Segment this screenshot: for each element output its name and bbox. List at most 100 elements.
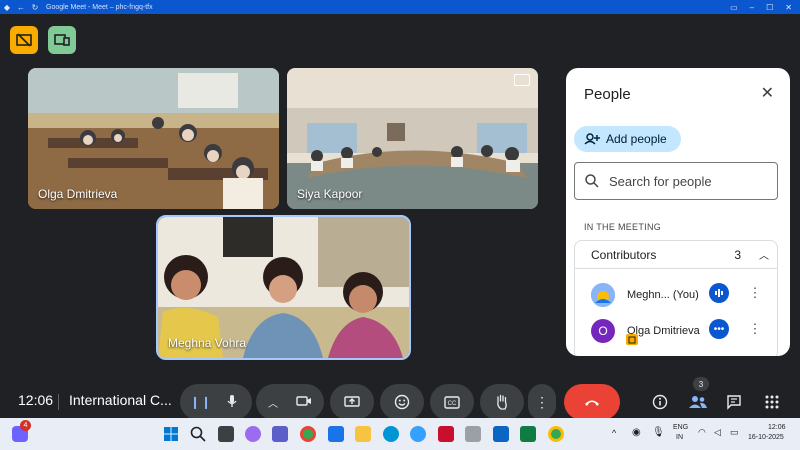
svg-text:CC: CC [448, 401, 457, 407]
panel-title: People [584, 86, 631, 103]
search-icon[interactable] [190, 426, 206, 442]
chevron-up-icon[interactable]: ︿ [759, 247, 769, 262]
close-panel-button[interactable]: ✕ [761, 83, 774, 103]
camera-button[interactable] [296, 395, 312, 410]
speaking-indicator-icon [709, 283, 729, 303]
video-tile-meghna[interactable]: Meghna Vohra [156, 215, 411, 360]
meeting-clock: 12:06 [18, 392, 54, 408]
closed-captions-icon: CC [444, 395, 460, 409]
back-icon[interactable]: ← [14, 0, 28, 14]
close-button[interactable]: ✕ [785, 3, 792, 12]
apps-grid-icon [765, 395, 779, 409]
people-icon [689, 396, 707, 408]
reactions-button[interactable] [380, 384, 424, 420]
meeting-stage: Olga Dmitrieva Siya Kapoor Meghna Vohra … [0, 14, 800, 420]
meeting-details-button[interactable] [642, 384, 678, 420]
video-tile-siya[interactable]: Siya Kapoor [287, 68, 538, 209]
maximize-button[interactable]: ☐ [766, 3, 773, 12]
audio-control-group: ❙❙ [180, 384, 252, 420]
store-icon[interactable] [328, 426, 344, 442]
windows-taskbar: 4 ^ ◉ 🎙 ENG IN ◠ ◁ ▭ 12:06 16-10-2025 [0, 418, 800, 450]
wifi-icon[interactable]: ◠ [698, 427, 706, 438]
meeting-name: International C... [69, 392, 172, 408]
leave-call-button[interactable] [564, 384, 620, 420]
chrome-meet-icon[interactable] [548, 426, 564, 442]
meet-app-icon: ◆ [3, 2, 11, 12]
avatar [591, 283, 615, 307]
clock-date[interactable]: 16-10-2025 [748, 434, 784, 441]
help-icon[interactable] [410, 426, 426, 442]
avatar-image [591, 283, 615, 307]
hp-icon[interactable] [383, 426, 399, 442]
more-vert-icon: ⋮ [535, 393, 549, 410]
divider [58, 394, 59, 410]
file-explorer-icon[interactable] [355, 426, 371, 442]
microphone-button[interactable] [226, 394, 238, 411]
microphone-icon [227, 394, 237, 407]
participant-name: Olga Dmitrieva [38, 187, 118, 201]
more-options-button[interactable]: ⋮ [528, 384, 556, 420]
more-options-icon[interactable]: ⋮ [747, 283, 763, 303]
mcafee-icon[interactable] [438, 426, 454, 442]
participant-row-olga: O Olga Dmitrieva [591, 319, 771, 343]
add-people-label: Add people [606, 132, 667, 146]
contributors-group: Contributors 3 ︿ Meghn... (You) ⋮ O Olga… [574, 240, 778, 356]
meeting-controls: 12:06 International C... ❙❙ ︿ CC ⋮ 3 [0, 377, 800, 420]
excel-icon[interactable] [520, 426, 536, 442]
tray-mic-icon[interactable]: 🎙 [652, 427, 665, 438]
outlook-icon[interactable] [493, 426, 509, 442]
snipping-tool-icon[interactable] [465, 426, 481, 442]
volume-icon[interactable]: ◁ [714, 427, 721, 438]
more-options-icon[interactable]: ⋮ [747, 319, 763, 339]
participant-row-you: Meghn... (You) [591, 283, 771, 307]
participant-name: Meghna Vohra [168, 336, 247, 350]
participant-name: Siya Kapoor [297, 187, 363, 201]
slides-off-badge-icon [626, 334, 638, 345]
add-people-button[interactable]: Add people [574, 126, 681, 152]
contributors-count: 3 [734, 247, 741, 262]
chrome-icon[interactable] [300, 426, 316, 442]
info-icon [652, 394, 668, 410]
people-button[interactable]: 3 [680, 377, 716, 420]
companion-mode-button[interactable] [48, 26, 76, 54]
chat-icon [727, 395, 741, 410]
window-titlebar: ◆ ← ↻ Google Meet - Meet – phc-fngq-tfx … [0, 0, 800, 14]
copilot-icon[interactable] [245, 426, 261, 442]
task-view-icon[interactable] [218, 426, 234, 442]
refresh-icon[interactable]: ↻ [28, 0, 42, 14]
tray-app-icon[interactable]: ◉ [632, 427, 641, 438]
start-windows-icon[interactable] [163, 426, 179, 442]
people-panel: People ✕ Add people Search for people IN… [566, 68, 790, 356]
camera-options-chevron-icon[interactable]: ︿ [268, 395, 278, 410]
emoji-icon [394, 394, 410, 410]
widgets-icon[interactable]: 4 [12, 420, 31, 442]
search-people-input[interactable]: Search for people [574, 162, 778, 200]
present-screen-button[interactable] [330, 384, 374, 420]
chat-button[interactable] [716, 384, 752, 420]
teams-icon[interactable] [272, 426, 288, 442]
slides-off-icon [16, 33, 32, 47]
video-control-group: ︿ [256, 384, 324, 420]
activities-button[interactable] [754, 384, 790, 420]
minimize-button[interactable]: – [750, 3, 754, 12]
present-icon [514, 74, 530, 86]
people-count-badge: 3 [693, 377, 709, 391]
contributors-header[interactable]: Contributors 3 ︿ [575, 241, 777, 269]
video-tile-olga[interactable]: Olga Dmitrieva [28, 68, 279, 209]
tray-chevron-icon[interactable]: ^ [612, 428, 616, 438]
search-placeholder: Search for people [609, 173, 712, 189]
host-controls-button[interactable] [10, 26, 38, 54]
window-title: Google Meet - Meet – phc-fngq-tfx [46, 3, 153, 11]
clock-time[interactable]: 12:06 [768, 424, 786, 431]
language-code[interactable]: ENG [673, 424, 688, 431]
add-person-icon [584, 133, 600, 145]
region-code[interactable]: IN [676, 434, 683, 441]
muted-dots-icon: ••• [709, 319, 729, 339]
avatar: O [591, 319, 615, 343]
battery-icon[interactable]: ▭ [730, 427, 739, 438]
captions-button[interactable]: CC [430, 384, 474, 420]
videocam-icon [296, 395, 311, 406]
cast-icon[interactable]: ▭ [730, 3, 738, 12]
raise-hand-button[interactable] [480, 384, 524, 420]
contributors-label: Contributors [591, 247, 657, 262]
